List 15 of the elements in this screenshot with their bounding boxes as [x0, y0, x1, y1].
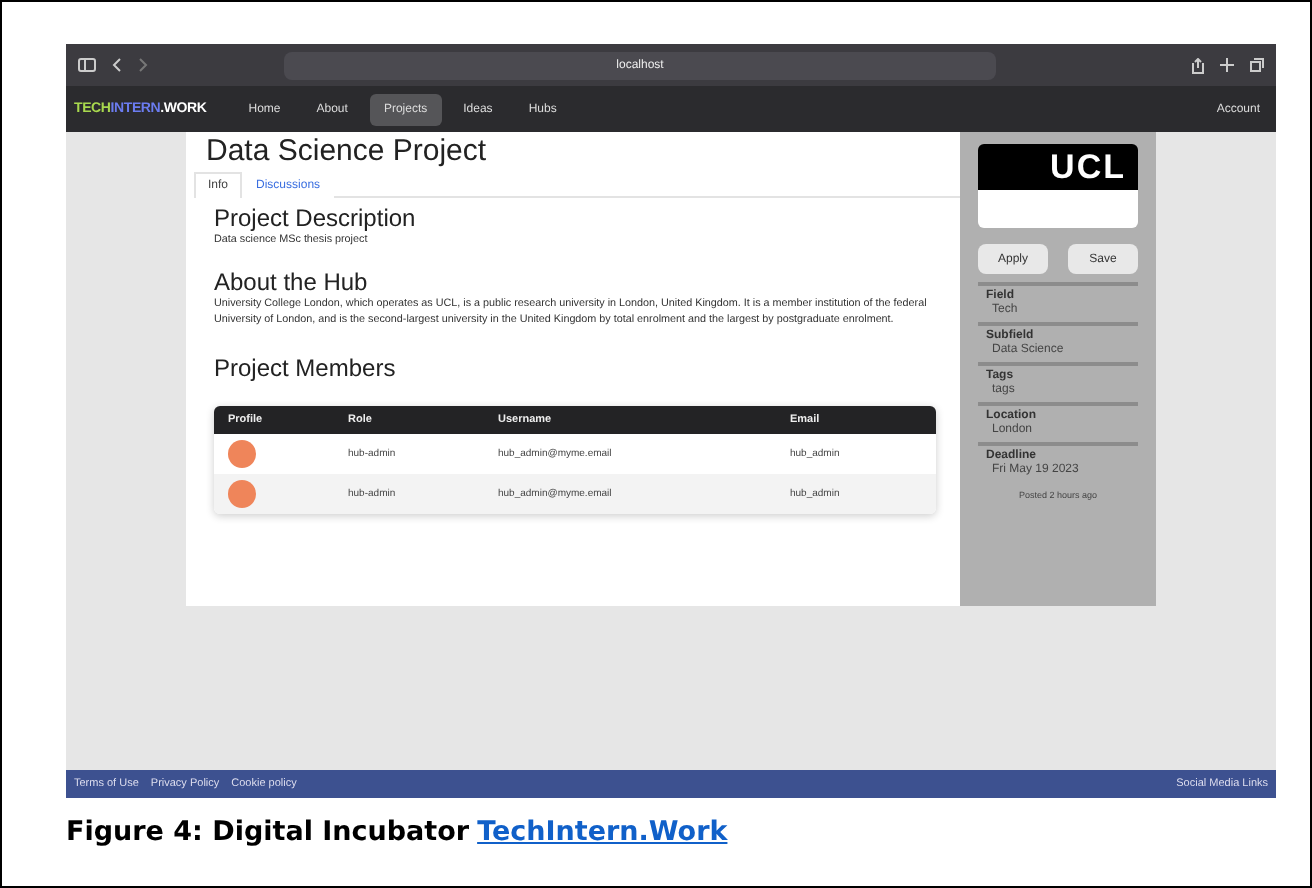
share-icon[interactable] [1192, 57, 1204, 73]
avatar [228, 479, 256, 507]
avatar [228, 439, 256, 467]
section-heading: Project Description [212, 204, 418, 232]
forward-icon[interactable] [138, 58, 148, 72]
plus-icon[interactable] [1220, 58, 1234, 72]
section-heading: Project Members [212, 353, 398, 381]
figure-caption: Figure 4: Digital Incubator [66, 816, 470, 848]
tabs-icon[interactable] [1250, 58, 1264, 72]
logo-text: UCL [1050, 148, 1126, 188]
section-heading: About the Hub [212, 267, 370, 295]
back-icon[interactable] [112, 58, 122, 72]
caption-link[interactable]: TechIntern.Work [477, 816, 728, 848]
sidebar-toggle-icon[interactable] [78, 58, 96, 72]
page-title: Data Science Project [204, 132, 489, 172]
